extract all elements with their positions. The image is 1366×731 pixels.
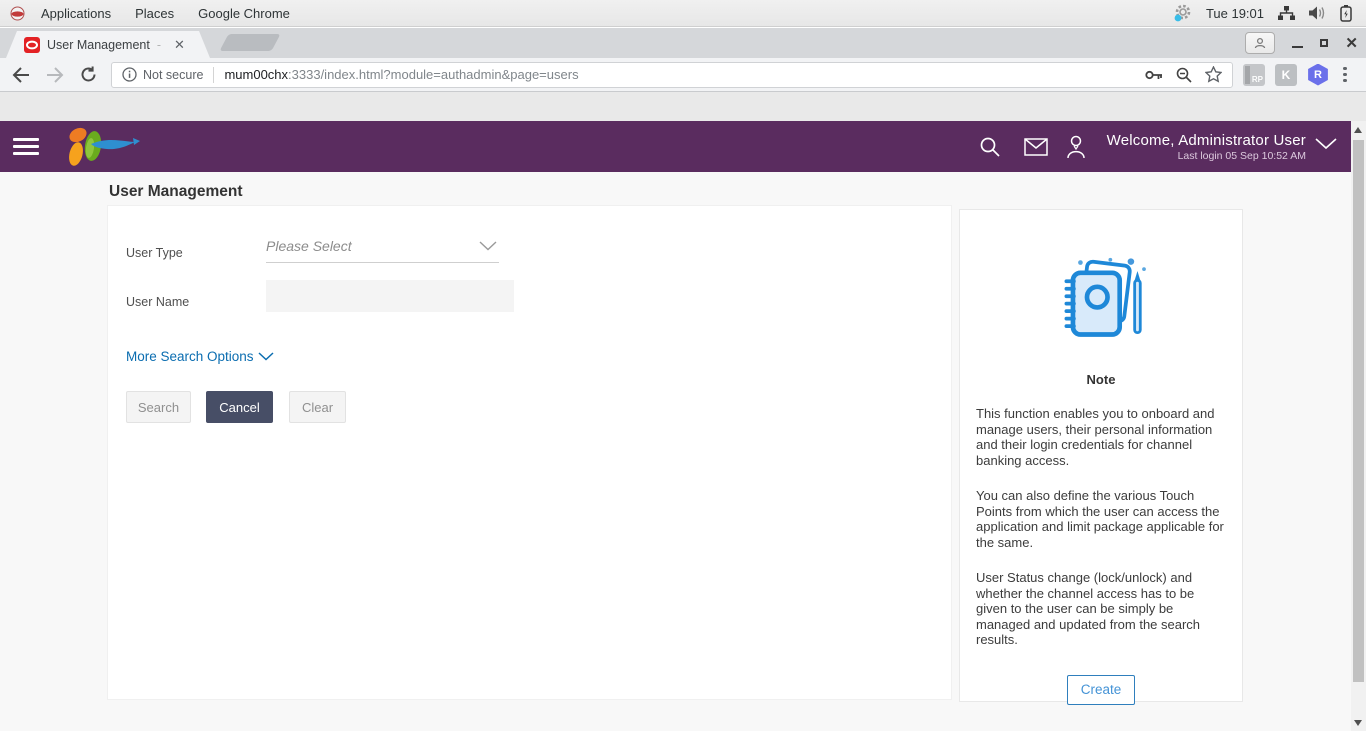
reload-icon[interactable] bbox=[80, 66, 97, 83]
scrollbar-thumb[interactable] bbox=[1353, 140, 1364, 682]
page-content: User Management User Type Please Select … bbox=[0, 172, 1366, 731]
browser-profile-button[interactable] bbox=[1245, 32, 1276, 54]
chrome-menu-icon[interactable] bbox=[1339, 66, 1359, 83]
tab-title: User Management bbox=[47, 37, 150, 52]
scroll-up-icon[interactable] bbox=[1354, 127, 1362, 133]
user-type-placeholder: Please Select bbox=[266, 238, 352, 254]
scroll-down-icon[interactable] bbox=[1354, 720, 1362, 726]
url-host: mum00chx bbox=[224, 67, 289, 82]
app-header: Welcome, Administrator User Last login 0… bbox=[0, 121, 1366, 172]
note-body: This function enables you to onboard and… bbox=[976, 406, 1226, 648]
zoom-out-icon[interactable] bbox=[1176, 67, 1192, 83]
key-icon[interactable] bbox=[1145, 69, 1163, 81]
battery-icon[interactable] bbox=[1340, 4, 1352, 22]
browser-tab[interactable]: User Management - ✕ bbox=[6, 31, 210, 58]
tab-close-icon[interactable]: ✕ bbox=[174, 38, 185, 51]
volume-icon[interactable] bbox=[1309, 6, 1326, 20]
more-search-options-link[interactable]: More Search Options bbox=[126, 349, 274, 364]
security-label: Not secure bbox=[143, 67, 204, 82]
note-title: Note bbox=[1086, 372, 1116, 387]
menu-applications[interactable]: Applications bbox=[41, 6, 111, 21]
menu-google-chrome[interactable]: Google Chrome bbox=[198, 6, 290, 21]
user-name-label: User Name bbox=[126, 295, 190, 309]
create-button[interactable]: Create bbox=[1067, 674, 1135, 705]
last-login-text: Last login 05 Sep 10:52 AM bbox=[1177, 149, 1306, 162]
extension-rp-icon[interactable]: RP bbox=[1243, 63, 1265, 86]
system-top-bar: Applications Places Google Chrome Tue 19… bbox=[0, 0, 1366, 27]
extension-r-icon[interactable]: R bbox=[1308, 63, 1328, 86]
page-title: User Management bbox=[109, 183, 243, 200]
welcome-block[interactable]: Welcome, Administrator User Last login 0… bbox=[1107, 132, 1306, 162]
menu-places[interactable]: Places bbox=[135, 6, 174, 21]
user-avatar-icon[interactable] bbox=[1059, 135, 1093, 159]
user-type-label: User Type bbox=[126, 246, 183, 260]
more-search-options-label: More Search Options bbox=[126, 349, 254, 364]
oracle-favicon bbox=[24, 37, 40, 53]
tab-title-fade: - bbox=[156, 37, 161, 52]
clock[interactable]: Tue 19:01 bbox=[1206, 6, 1264, 21]
note-paragraph: User Status change (lock/unlock) and whe… bbox=[976, 570, 1201, 647]
note-notebook-icon bbox=[1064, 257, 1146, 337]
page-scrollbar[interactable] bbox=[1351, 121, 1366, 731]
omnibox-separator bbox=[213, 66, 215, 83]
page-top-strip bbox=[0, 92, 1366, 121]
info-icon[interactable] bbox=[122, 67, 137, 82]
bank-logo[interactable] bbox=[63, 124, 141, 170]
user-type-select[interactable]: Please Select bbox=[266, 230, 499, 263]
note-panel: Note This function enables you to onboar… bbox=[959, 209, 1243, 705]
new-tab-button[interactable] bbox=[219, 34, 281, 51]
cancel-button[interactable]: Cancel bbox=[206, 391, 273, 423]
window-close-icon[interactable]: ✕ bbox=[1345, 36, 1358, 51]
network-icon[interactable] bbox=[1278, 5, 1295, 21]
header-chevron-down-icon[interactable] bbox=[1314, 137, 1338, 156]
window-maximize-icon[interactable] bbox=[1320, 39, 1329, 47]
forward-icon[interactable] bbox=[46, 66, 64, 83]
screen: Applications Places Google Chrome Tue 19… bbox=[0, 0, 1366, 731]
extension-k-icon[interactable]: K bbox=[1275, 63, 1297, 86]
browser-tab-strip: User Management - ✕ ✕ bbox=[0, 28, 1366, 58]
mail-icon[interactable] bbox=[1013, 137, 1059, 156]
url-text[interactable]: mum00chx:3333/index.html?module=authadmi… bbox=[224, 67, 1135, 82]
select-chevron-down-icon bbox=[479, 241, 497, 251]
window-minimize-icon[interactable] bbox=[1292, 46, 1304, 48]
software-update-icon[interactable] bbox=[1174, 4, 1192, 22]
search-form-panel: User Type Please Select User Name More S… bbox=[107, 205, 952, 700]
hamburger-menu-icon[interactable] bbox=[13, 138, 39, 155]
url-rest: :3333/index.html?module=authadmin&page=u… bbox=[288, 67, 579, 82]
user-name-input[interactable] bbox=[266, 280, 514, 312]
search-button[interactable]: Search bbox=[126, 391, 191, 423]
note-paragraph: This function enables you to onboard and… bbox=[976, 406, 1215, 468]
back-icon[interactable] bbox=[12, 66, 30, 83]
clear-button[interactable]: Clear bbox=[289, 391, 346, 423]
distro-icon bbox=[10, 6, 25, 21]
web-page: Welcome, Administrator User Last login 0… bbox=[0, 92, 1366, 731]
bookmark-star-icon[interactable] bbox=[1205, 66, 1222, 83]
address-bar[interactable]: Not secure mum00chx:3333/index.html?modu… bbox=[111, 61, 1233, 88]
welcome-text: Welcome, Administrator User bbox=[1106, 131, 1306, 149]
header-search-icon[interactable] bbox=[967, 136, 1013, 158]
extension-rp-label: RP bbox=[1251, 74, 1263, 84]
note-paragraph: You can also define the various Touch Po… bbox=[976, 488, 1224, 550]
browser-toolbar: Not secure mum00chx:3333/index.html?modu… bbox=[0, 58, 1366, 92]
